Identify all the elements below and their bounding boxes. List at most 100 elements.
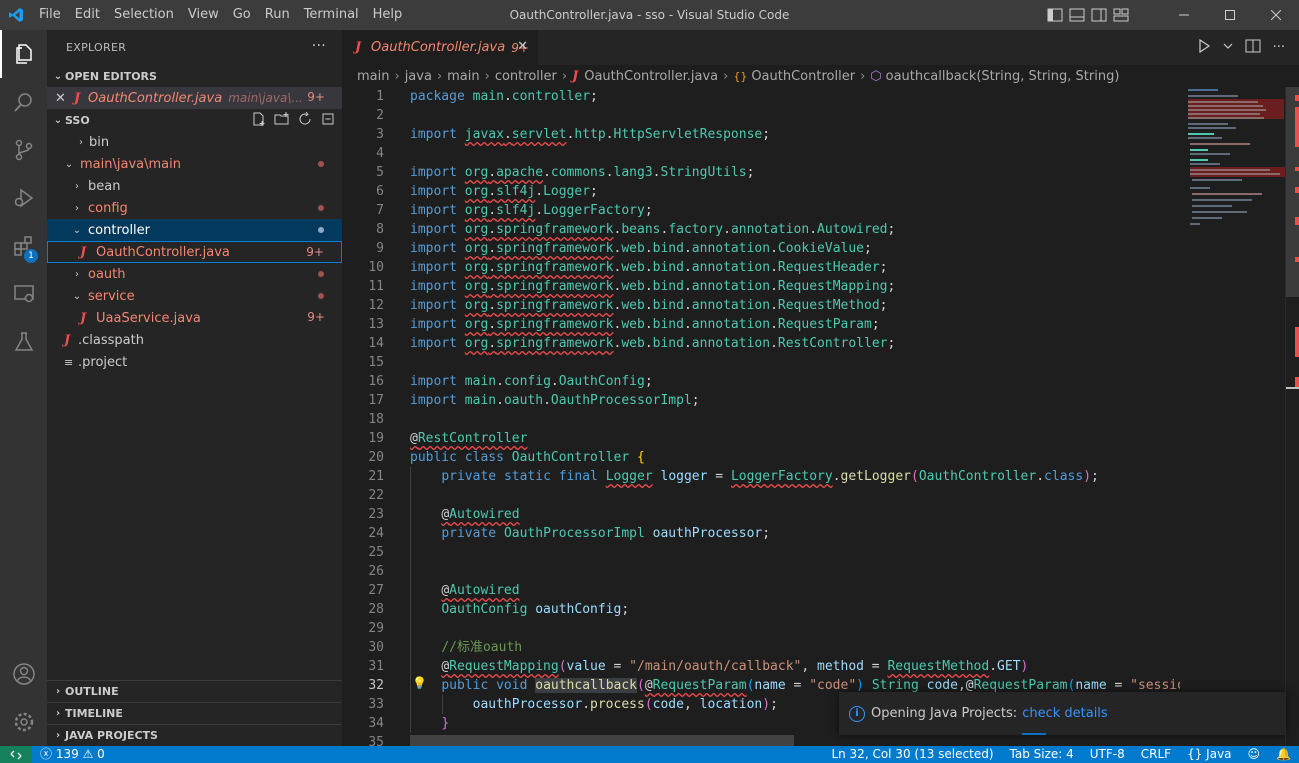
tree-item-classpath[interactable]: J .classpath [47,329,342,351]
editor-actions: ··· [1197,30,1285,65]
breadcrumb-item[interactable]: java [405,69,432,84]
warnings-count: 0 [97,747,105,761]
open-editor-item[interactable]: ✕ J OauthController.java main\java\... 9… [47,87,342,109]
chevron-right-icon: › [436,68,443,84]
check-details-link[interactable]: check details [1022,706,1108,721]
remote-explorer-icon[interactable] [0,270,47,318]
tree-item-oauth[interactable]: › oauth [47,263,342,285]
run-icon[interactable] [1197,38,1211,57]
feedback-icon[interactable]: ☺ [1240,746,1269,763]
menu-edit[interactable]: Edit [68,0,107,30]
outline-section[interactable]: › OUTLINE [47,680,342,702]
breadcrumb-item[interactable]: main [357,69,389,84]
tree-item-bin[interactable]: › bin [47,131,342,153]
menu-selection[interactable]: Selection [107,0,181,30]
breadcrumb-item[interactable]: main [447,69,479,84]
java-projects-section[interactable]: › JAVA PROJECTS [47,724,342,746]
errors-count: 139 [55,747,79,761]
breadcrumb-item[interactable]: OauthController [751,69,855,84]
menu-run[interactable]: Run [258,0,297,30]
lightbulb-icon[interactable]: 💡 [412,676,427,690]
toggle-panel-icon[interactable] [1069,8,1085,22]
close-icon[interactable]: ✕ [47,91,74,106]
sso-folder-section[interactable]: ⌄ SSO [47,109,342,131]
explorer-icon[interactable] [0,30,47,78]
error-dot-icon [318,205,324,211]
error-dot-icon [318,161,324,167]
toggle-sidebar-icon[interactable] [1047,8,1063,22]
tree-item-label: UaaService.java [96,310,201,326]
close-icon[interactable]: ✕ [517,39,528,54]
accounts-icon[interactable] [0,650,47,698]
new-file-icon[interactable] [251,111,267,127]
tree-item-bean[interactable]: › bean [47,175,342,197]
tree-item-uaa-service-java[interactable]: J UaaService.java 9+ [47,307,342,329]
timeline-label: TIMELINE [65,707,123,720]
window-controls [1161,0,1299,30]
extensions-badge: 1 [24,249,38,263]
problems-badge: 9+ [306,245,324,259]
tree-item-label: bin [89,134,110,150]
split-editor-icon[interactable] [1245,39,1261,57]
tree-item-project[interactable]: ≡ .project [47,351,342,373]
more-actions-icon[interactable]: ··· [1273,40,1285,55]
chevron-down-icon: ⌄ [64,158,74,170]
vertical-scrollbar[interactable] [1285,87,1299,746]
collapse-all-icon[interactable] [320,111,336,127]
language-mode[interactable]: {} Java [1179,746,1239,763]
problems-indicator[interactable]: ⓧ 139 ⚠ 0 [32,746,113,763]
settings-gear-icon[interactable] [0,698,47,746]
horizontal-scrollbar[interactable] [410,735,794,746]
extensions-icon[interactable]: 1 [0,222,47,270]
tree-item-service[interactable]: ⌄ service [47,285,342,307]
chevron-right-icon: › [75,180,79,192]
breadcrumb-item[interactable]: OauthController.java [584,69,718,84]
tree-item-config[interactable]: › config [47,197,342,219]
java-file-icon: J [80,244,87,260]
java-file-icon: J [64,332,71,348]
breadcrumb-item[interactable]: oauthcallback(String, String, String) [886,69,1120,84]
cursor-position[interactable]: Ln 32, Col 30 (13 selected) [823,746,1001,763]
java-projects-label: JAVA PROJECTS [65,729,158,742]
breadcrumb-item[interactable]: controller [495,69,557,84]
close-window-button[interactable] [1253,0,1299,30]
tab-size[interactable]: Tab Size: 4 [1002,746,1082,763]
notification-toast: i Opening Java Projects: check details [839,692,1286,735]
chevron-right-icon: › [75,268,79,280]
code-editor[interactable]: 1 package main.controller; 2 3 import java… [342,87,1180,746]
open-editors-section[interactable]: ⌄ OPEN EDITORS [47,65,342,87]
refresh-icon[interactable] [297,111,313,127]
tree-item-main-java-main[interactable]: ⌄ main\java\main [47,153,342,175]
minimap[interactable] [1180,87,1285,746]
open-editor-path: main\java\... [228,91,303,105]
tree-item-oauth-controller-java[interactable]: J OauthController.java 9+ [47,241,342,263]
timeline-section[interactable]: › TIMELINE [47,702,342,724]
menu-go[interactable]: Go [226,0,258,30]
new-folder-icon[interactable] [274,111,290,127]
tab-oauth-controller[interactable]: J OauthController.java 9+ ✕ [342,30,538,65]
error-dot-icon [318,293,324,299]
customize-layout-icon[interactable] [1113,8,1129,22]
end-of-line[interactable]: CRLF [1133,746,1179,763]
notification-text: Opening Java Projects: [871,706,1018,721]
remote-indicator-icon[interactable] [0,746,32,763]
run-debug-icon[interactable] [0,174,47,222]
menu-file[interactable]: File [32,0,68,30]
java-file-icon: J [74,90,81,106]
menu-help[interactable]: Help [366,0,410,30]
maximize-button[interactable] [1207,0,1253,30]
error-dot-icon [318,271,324,277]
menu-terminal[interactable]: Terminal [297,0,366,30]
menu-view[interactable]: View [181,0,226,30]
testing-icon[interactable] [0,318,47,366]
encoding[interactable]: UTF-8 [1082,746,1133,763]
more-actions-icon[interactable]: ··· [312,38,326,54]
tree-item-controller[interactable]: ⌄ controller [47,219,342,241]
source-control-icon[interactable] [0,126,47,174]
chevron-right-icon: › [561,68,568,84]
minimize-button[interactable] [1161,0,1207,30]
chevron-down-icon[interactable] [1223,40,1233,55]
toggle-secondary-sidebar-icon[interactable] [1091,8,1107,22]
notifications-bell-icon[interactable]: 🔔 [1268,746,1299,763]
search-icon[interactable] [0,78,47,126]
